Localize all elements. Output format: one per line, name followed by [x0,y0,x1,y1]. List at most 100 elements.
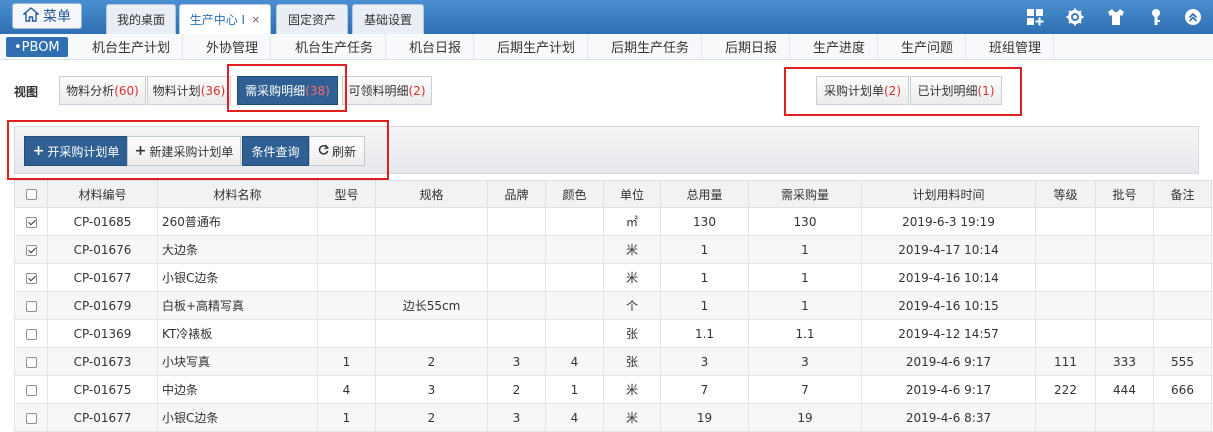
table-cell: CP-01679 [47,291,158,320]
view-available-detail-button[interactable]: 可领料明细 (2) [342,76,432,105]
table-row[interactable]: CP-01685 260普通布㎡ 130 130 2019-6-3 19:19 [14,207,1212,236]
table-cell: CP-01685 [47,207,158,236]
table-cell: 2019-4-6 8:37 [861,403,1036,432]
table-cell: 1 [748,291,862,320]
table-cell: 米 [603,235,661,264]
table-cell [1035,319,1096,348]
row-checkbox[interactable] [14,291,48,320]
table-cell [487,291,546,320]
row-checkbox[interactable] [14,403,48,432]
table-cell: 米 [603,375,661,404]
table-cell: 1 [748,263,862,292]
count-badge: (36) [200,83,226,98]
column-header[interactable]: 单位 [603,180,661,208]
column-header[interactable]: 总用量 [660,180,749,208]
close-icon[interactable]: × [251,13,260,26]
table-cell [1095,291,1154,320]
table-cell: 3 [375,375,488,404]
row-checkbox[interactable] [14,347,48,376]
select-all-checkbox[interactable] [14,180,48,208]
table-cell: 333 [1095,347,1154,376]
table-cell [1153,291,1212,320]
table-cell [317,263,376,292]
gear-icon[interactable] [1065,7,1085,27]
tab-fixed-assets[interactable]: 固定资产 [276,4,348,34]
table-cell: 130 [748,207,862,236]
column-header[interactable]: 颜色 [545,180,604,208]
table-cell [317,319,376,348]
column-header[interactable]: 品牌 [487,180,546,208]
row-checkbox[interactable] [14,207,48,236]
subnav-item-post-plan[interactable]: 后期生产计划 [485,34,589,59]
table-row[interactable]: CP-01676 大边条米 1 1 2019-4-17 10:14 [14,235,1212,264]
table-cell: CP-01369 [47,319,158,348]
view-material-plan-button[interactable]: 物料计划 (36) [147,76,231,105]
shirt-icon[interactable] [1106,7,1126,27]
table-cell [545,291,604,320]
table-cell: CP-01677 [47,403,158,432]
table-cell: 1.1 [748,319,862,348]
table-cell [1035,263,1096,292]
table-cell [1153,207,1212,236]
subnav-item-post-task[interactable]: 后期生产任务 [599,34,703,59]
table-cell [545,235,604,264]
subnav-item-machine-daily[interactable]: 机台日报 [397,34,475,59]
row-checkbox[interactable] [14,235,48,264]
column-header[interactable]: 计划用料时间 [861,180,1036,208]
table-row[interactable]: CP-01677 小银C边条 1 2 3 4 米 19 19 2019-4-6 8:37 [14,403,1212,432]
table-cell [487,235,546,264]
subnav-item-team[interactable]: 班组管理 [977,34,1055,59]
tab-production-center[interactable]: 生产中心 I × [179,4,271,34]
table-row[interactable]: CP-01369 KT冷裱板张 1.1 1.1 2019-4-12 14:57 [14,319,1212,348]
chevron-up-circle-icon[interactable] [1183,7,1203,27]
column-header[interactable]: 型号 [317,180,376,208]
table-row[interactable]: CP-01675 中边条 4 3 2 1 米 7 7 2019-4-6 9:17 222 444 666 [14,375,1212,404]
grid-plus-icon[interactable] [1025,7,1045,27]
table-cell: 1.1 [660,319,749,348]
subnav-item-machine-task[interactable]: 机台生产任务 [283,34,387,59]
table-cell: 2019-4-16 10:15 [861,291,1036,320]
row-checkbox[interactable] [14,319,48,348]
column-header[interactable]: 材料编号 [47,180,158,208]
purchase-detail-table: 材料编号 材料名称 型号 规格 品牌 颜色 单位 总用量 需采购量 计划用料时间… [14,180,1212,432]
subnav-item-post-daily[interactable]: 后期日报 [713,34,791,59]
table-cell [317,291,376,320]
subnav-item-issues[interactable]: 生产问题 [889,34,967,59]
column-header[interactable]: 等级 [1035,180,1096,208]
row-checkbox[interactable] [14,375,48,404]
table-cell: CP-01676 [47,235,158,264]
table-row[interactable]: CP-01679 白板+高精写真 边长55cm 个 1 1 2019-4-16 10:15 [14,291,1212,320]
count-badge: (60) [114,83,139,98]
column-header[interactable]: 备注 [1153,180,1212,208]
tab-basic-settings[interactable]: 基础设置 [352,4,424,34]
table-cell [1153,235,1212,264]
table-cell [487,263,546,292]
table-cell [1095,235,1154,264]
tab-my-desktop[interactable]: 我的桌面 [106,4,176,34]
table-cell: 1 [660,263,749,292]
table-row[interactable]: CP-01677 小银C边条米 1 1 2019-4-16 10:14 [14,263,1212,292]
table-body: CP-01685 260普通布㎡ 130 130 2019-6-3 19:19 CP-01… [14,207,1212,432]
view-material-analysis-button[interactable]: 物料分析 (60) [59,76,146,105]
table-cell: 555 [1153,347,1212,376]
subnav-item-pbom[interactable]: •PBOM [6,37,68,57]
table-cell: 1 [748,235,862,264]
table-cell [375,263,488,292]
subnav-item-outsourcing[interactable]: 外协管理 [194,34,272,59]
row-checkbox[interactable] [14,263,48,292]
table-cell: 666 [1153,375,1212,404]
subnav-item-progress[interactable]: 生产进度 [801,34,879,59]
key-icon[interactable] [1146,7,1166,27]
menu-button[interactable]: 菜单 [12,3,82,29]
column-header[interactable]: 需采购量 [748,180,862,208]
table-cell: 边长55cm [375,291,488,320]
table-cell [545,263,604,292]
column-header[interactable]: 材料名称 [157,180,318,208]
table-row[interactable]: CP-01673 小块写真 1 2 3 4 张 3 3 2019-4-6 9:17 111 333 55… [14,347,1212,376]
home-icon [22,6,40,26]
table-cell: 2019-4-16 10:14 [861,263,1036,292]
column-header[interactable]: 批号 [1095,180,1154,208]
subnav-item-machine-plan[interactable]: 机台生产计划 [80,34,184,59]
sub-navigation: •PBOM 机台生产计划 外协管理 机台生产任务 机台日报 后期生产计划 后期生… [0,34,1213,60]
column-header[interactable]: 规格 [375,180,488,208]
